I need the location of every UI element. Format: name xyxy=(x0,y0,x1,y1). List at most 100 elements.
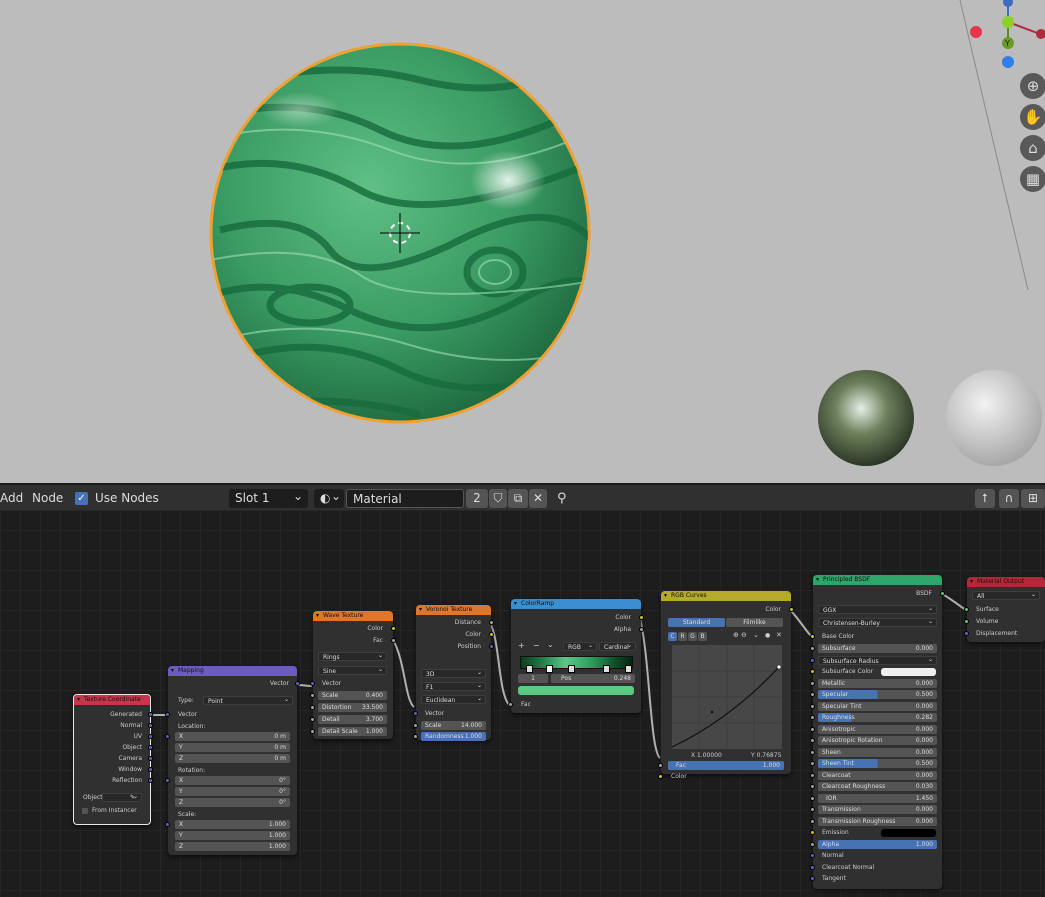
socket[interactable] xyxy=(810,750,815,755)
wave-profile-dropdown[interactable]: Sine xyxy=(318,665,387,675)
texture-coordinate-node[interactable]: Texture Coordinate Generated Normal UV O… xyxy=(73,694,153,825)
socket[interactable] xyxy=(810,738,815,743)
scale-y-field[interactable]: Y 1.000 xyxy=(175,831,290,840)
user-count-button[interactable]: 2 xyxy=(466,489,488,508)
channel-g[interactable]: G xyxy=(688,632,697,641)
socket[interactable] xyxy=(810,704,815,709)
node-header[interactable]: Wave Texture xyxy=(313,611,393,621)
socket[interactable] xyxy=(658,763,663,768)
stop-position-field[interactable]: Pos 0.248 xyxy=(551,674,635,683)
wave-type-dropdown[interactable]: Rings xyxy=(318,651,387,661)
object-picker-field[interactable]: ✎ xyxy=(102,792,142,802)
3d-viewport[interactable]: Y ⊕ ✋ ⌂ ▦ xyxy=(0,0,1045,483)
chevron-down-icon[interactable]: ⌄ xyxy=(753,631,759,639)
node-header[interactable]: Mapping xyxy=(168,666,297,676)
socket[interactable] xyxy=(810,819,815,824)
socket[interactable] xyxy=(310,729,315,734)
channel-c[interactable]: C xyxy=(668,632,677,641)
socket[interactable] xyxy=(810,669,815,674)
fac-field[interactable]: Fac 1.000 xyxy=(668,761,784,770)
rgb-curves-node[interactable]: RGB Curves Color Standard Filmlike C R G… xyxy=(658,591,794,780)
socket[interactable] xyxy=(810,715,815,720)
socket[interactable] xyxy=(310,693,315,698)
distribution-dropdown[interactable]: GGX xyxy=(818,604,937,614)
socket[interactable] xyxy=(148,767,153,772)
socket[interactable] xyxy=(148,734,153,739)
render-target-dropdown[interactable]: All xyxy=(972,590,1040,600)
node-header[interactable]: Voronoi Texture xyxy=(416,605,491,615)
socket[interactable] xyxy=(810,773,815,778)
slot-dropdown[interactable]: Slot 1 ⌄ xyxy=(229,489,308,508)
active-stop-index[interactable]: 1 xyxy=(518,674,548,683)
clearcoat-roughness-field[interactable]: Clearcoat Roughness 0.030 xyxy=(818,782,937,791)
socket[interactable] xyxy=(964,619,969,624)
socket[interactable] xyxy=(413,723,418,728)
zoom-out-icon[interactable]: ⊖ xyxy=(741,631,747,639)
socket[interactable] xyxy=(310,717,315,722)
socket[interactable] xyxy=(810,692,815,697)
distortion-field[interactable]: Distortion 33.500 xyxy=(318,703,387,712)
socket[interactable] xyxy=(148,756,153,761)
camera-view-icon[interactable]: ⌂ xyxy=(1020,135,1045,161)
location-x-field[interactable]: X 0 m xyxy=(175,732,290,741)
from-instancer-checkbox[interactable] xyxy=(82,808,88,814)
location-z-field[interactable]: Z 0 m xyxy=(175,754,290,763)
socket[interactable] xyxy=(810,842,815,847)
socket[interactable] xyxy=(810,681,815,686)
voronoi-texture-node[interactable]: Voronoi Texture Distance Color Position … xyxy=(413,605,494,741)
socket[interactable] xyxy=(413,734,418,739)
socket[interactable] xyxy=(295,681,300,686)
socket[interactable] xyxy=(964,631,969,636)
fake-user-shield-icon[interactable]: ⛉ xyxy=(489,489,507,508)
pan-hand-icon[interactable]: ✋ xyxy=(1020,104,1045,130)
node-header[interactable]: Material Output xyxy=(967,577,1045,587)
distance-metric-dropdown[interactable]: Euclidean xyxy=(421,694,486,704)
parent-node-tree-icon[interactable]: ⭡ xyxy=(975,489,995,508)
socket[interactable] xyxy=(810,634,815,639)
subsurface-color-swatch[interactable] xyxy=(881,668,936,676)
add-stop-icon[interactable]: + xyxy=(518,641,525,650)
socket[interactable] xyxy=(810,784,815,789)
randomness-field[interactable]: Randomness 1.000 xyxy=(421,732,486,741)
color-stop[interactable] xyxy=(568,665,575,673)
socket[interactable] xyxy=(810,876,815,881)
socket[interactable] xyxy=(810,807,815,812)
color-mode-dropdown[interactable]: RGB xyxy=(563,641,597,651)
eyedropper-icon[interactable]: ✎ xyxy=(130,793,135,802)
subsurface-method-dropdown[interactable]: Christensen-Burley xyxy=(818,617,937,627)
socket[interactable] xyxy=(413,711,418,716)
socket[interactable] xyxy=(639,615,644,620)
material-output-node[interactable]: Material Output All Surface Volume Displ… xyxy=(964,577,1045,642)
rotation-x-field[interactable]: X 0° xyxy=(175,776,290,785)
emission-color-swatch[interactable] xyxy=(881,829,936,837)
channel-r[interactable]: R xyxy=(678,632,687,641)
curve-graph[interactable] xyxy=(672,645,782,749)
transmission-field[interactable]: Transmission 0.000 xyxy=(818,805,937,814)
socket[interactable] xyxy=(165,778,170,783)
node-menu[interactable]: Node xyxy=(32,490,63,507)
specular-tint-field[interactable]: Specular Tint 0.000 xyxy=(818,702,937,711)
chevron-down-icon[interactable]: ⌄ xyxy=(547,640,554,649)
socket[interactable] xyxy=(391,626,396,631)
stop-color-swatch[interactable] xyxy=(518,686,634,695)
color-stop[interactable] xyxy=(603,665,610,673)
feature-dropdown[interactable]: F1 xyxy=(421,681,486,691)
principled-bsdf-node[interactable]: Principled BSDF BSDF GGX Christensen-Bur… xyxy=(810,575,945,889)
socket[interactable] xyxy=(789,607,794,612)
remove-stop-icon[interactable]: − xyxy=(533,641,540,650)
rotation-z-field[interactable]: Z 0° xyxy=(175,798,290,807)
interpolation-dropdown[interactable]: Cardinal xyxy=(599,641,636,651)
socket[interactable] xyxy=(391,638,396,643)
socket[interactable] xyxy=(148,712,153,717)
navigation-gizmo[interactable]: Y xyxy=(955,0,1045,80)
socket[interactable] xyxy=(810,853,815,858)
socket[interactable] xyxy=(639,627,644,632)
socket[interactable] xyxy=(810,830,815,835)
node-editor-canvas[interactable]: Texture Coordinate Generated Normal UV O… xyxy=(0,510,1045,897)
socket[interactable] xyxy=(810,761,815,766)
socket[interactable] xyxy=(940,591,945,596)
rotation-y-field[interactable]: Y 0° xyxy=(175,787,290,796)
colorramp-node[interactable]: ColorRamp Color Alpha + − ⌄ RGB Cardinal… xyxy=(508,599,644,713)
node-header[interactable]: ColorRamp xyxy=(511,599,641,609)
clipping-dot-icon[interactable]: ● xyxy=(765,632,770,639)
